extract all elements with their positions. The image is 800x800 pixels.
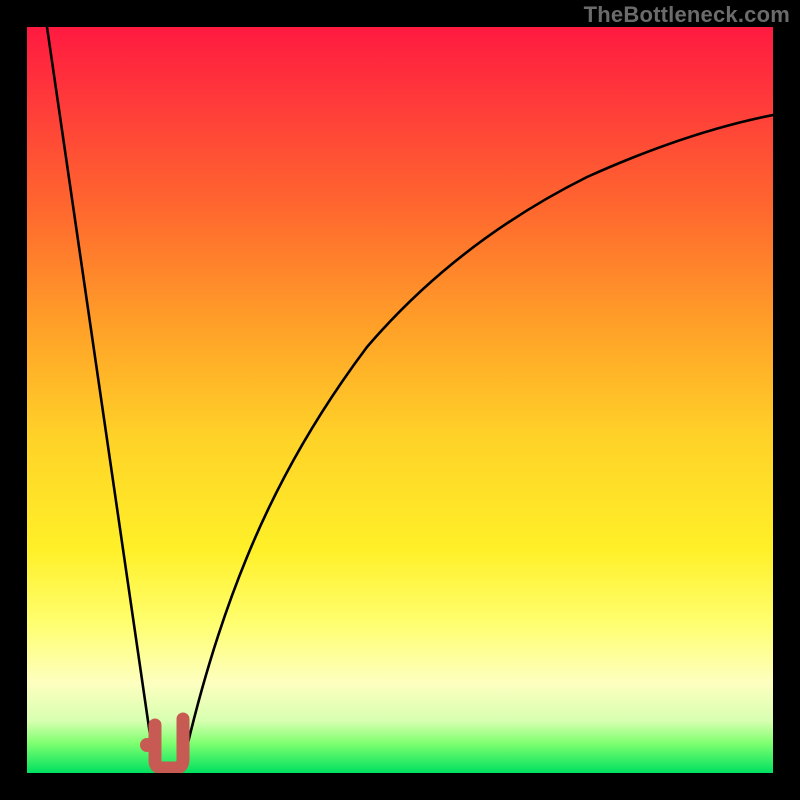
j-marker-dot: [140, 738, 154, 752]
watermark-text: TheBottleneck.com: [584, 2, 790, 28]
plot-area: [27, 27, 773, 773]
j-marker-stroke: [155, 719, 183, 768]
outer-frame: TheBottleneck.com: [0, 0, 800, 800]
curve-layer: [27, 27, 773, 773]
right-curve: [180, 115, 773, 769]
left-segment: [47, 27, 155, 769]
